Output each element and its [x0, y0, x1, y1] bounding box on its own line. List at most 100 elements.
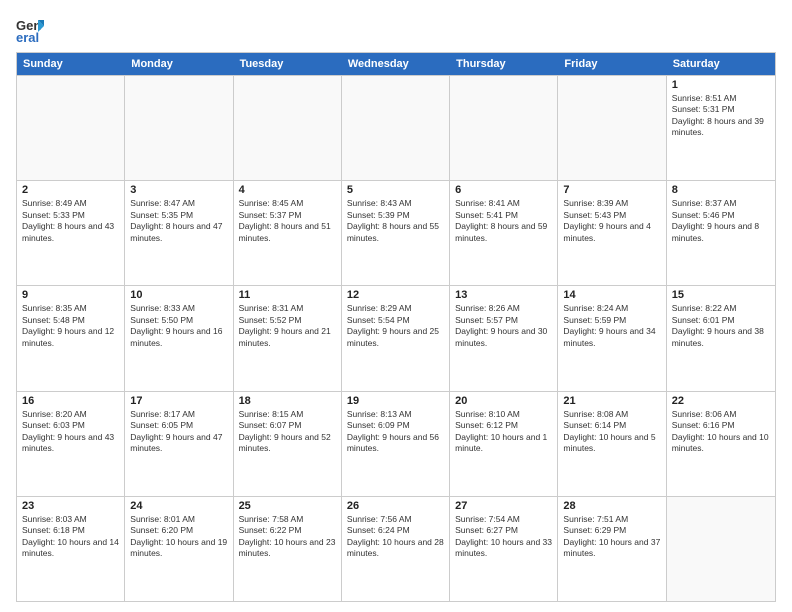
cell-info: Sunrise: 7:54 AM Sunset: 6:27 PM Dayligh…	[455, 514, 552, 560]
cell-info: Sunrise: 8:51 AM Sunset: 5:31 PM Dayligh…	[672, 93, 770, 139]
cell-info: Sunrise: 8:03 AM Sunset: 6:18 PM Dayligh…	[22, 514, 119, 560]
cal-cell: 11 Sunrise: 8:31 AM Sunset: 5:52 PM Dayli…	[234, 286, 342, 390]
cell-day-number: 27	[455, 500, 552, 512]
page-header: Gen eral	[16, 16, 776, 44]
cal-cell: 19 Sunrise: 8:13 AM Sunset: 6:09 PM Dayli…	[342, 392, 450, 496]
cal-row-3: 16 Sunrise: 8:20 AM Sunset: 6:03 PM Dayli…	[17, 391, 775, 496]
cal-cell	[234, 76, 342, 180]
cell-info: Sunrise: 7:58 AM Sunset: 6:22 PM Dayligh…	[239, 514, 336, 560]
cell-info: Sunrise: 8:26 AM Sunset: 5:57 PM Dayligh…	[455, 303, 552, 349]
cell-info: Sunrise: 8:33 AM Sunset: 5:50 PM Dayligh…	[130, 303, 227, 349]
cal-cell: 22Sunrise: 8:06 AM Sunset: 6:16 PM Dayli…	[667, 392, 775, 496]
cell-day-number: 17	[130, 395, 227, 407]
cal-cell: 9 Sunrise: 8:35 AM Sunset: 5:48 PM Daylig…	[17, 286, 125, 390]
cell-day-number: 20	[455, 395, 552, 407]
cell-info: Sunrise: 8:35 AM Sunset: 5:48 PM Dayligh…	[22, 303, 119, 349]
cal-cell: 26 Sunrise: 7:56 AM Sunset: 6:24 PM Dayli…	[342, 497, 450, 601]
cell-day-number: 22	[672, 395, 770, 407]
cell-info: Sunrise: 8:41 AM Sunset: 5:41 PM Dayligh…	[455, 198, 552, 244]
cal-cell: 13 Sunrise: 8:26 AM Sunset: 5:57 PM Dayli…	[450, 286, 558, 390]
header-day-saturday: Saturday	[667, 53, 775, 75]
cal-cell: 25 Sunrise: 7:58 AM Sunset: 6:22 PM Dayli…	[234, 497, 342, 601]
cell-info: Sunrise: 8:37 AM Sunset: 5:46 PM Dayligh…	[672, 198, 770, 244]
header-day-tuesday: Tuesday	[234, 53, 342, 75]
cell-info: Sunrise: 8:08 AM Sunset: 6:14 PM Dayligh…	[563, 409, 660, 455]
cal-cell: 3 Sunrise: 8:47 AM Sunset: 5:35 PM Daylig…	[125, 181, 233, 285]
cell-day-number: 7	[563, 184, 660, 196]
cell-day-number: 19	[347, 395, 444, 407]
cell-info: Sunrise: 8:10 AM Sunset: 6:12 PM Dayligh…	[455, 409, 552, 455]
cal-cell	[450, 76, 558, 180]
cell-day-number: 24	[130, 500, 227, 512]
cal-row-1: 2 Sunrise: 8:49 AM Sunset: 5:33 PM Daylig…	[17, 180, 775, 285]
cell-day-number: 25	[239, 500, 336, 512]
svg-text:eral: eral	[16, 30, 39, 44]
cell-day-number: 9	[22, 289, 119, 301]
cell-day-number: 8	[672, 184, 770, 196]
cell-info: Sunrise: 8:15 AM Sunset: 6:07 PM Dayligh…	[239, 409, 336, 455]
cell-day-number: 15	[672, 289, 770, 301]
cal-cell: 18 Sunrise: 8:15 AM Sunset: 6:07 PM Dayli…	[234, 392, 342, 496]
cal-cell: 27 Sunrise: 7:54 AM Sunset: 6:27 PM Dayli…	[450, 497, 558, 601]
calendar-body: 1 Sunrise: 8:51 AM Sunset: 5:31 PM Daylig…	[17, 75, 775, 601]
cal-cell: 8 Sunrise: 8:37 AM Sunset: 5:46 PM Daylig…	[667, 181, 775, 285]
cell-info: Sunrise: 8:22 AM Sunset: 6:01 PM Dayligh…	[672, 303, 770, 349]
cell-day-number: 16	[22, 395, 119, 407]
logo: Gen eral	[16, 16, 48, 44]
calendar: SundayMondayTuesdayWednesdayThursdayFrid…	[16, 52, 776, 602]
cell-info: Sunrise: 8:49 AM Sunset: 5:33 PM Dayligh…	[22, 198, 119, 244]
header-day-sunday: Sunday	[17, 53, 125, 75]
cal-cell: 7 Sunrise: 8:39 AM Sunset: 5:43 PM Daylig…	[558, 181, 666, 285]
cell-day-number: 1	[672, 79, 770, 91]
cell-day-number: 18	[239, 395, 336, 407]
cell-info: Sunrise: 8:17 AM Sunset: 6:05 PM Dayligh…	[130, 409, 227, 455]
cell-day-number: 11	[239, 289, 336, 301]
cal-cell: 24 Sunrise: 8:01 AM Sunset: 6:20 PM Dayli…	[125, 497, 233, 601]
cell-day-number: 14	[563, 289, 660, 301]
cal-cell: 21 Sunrise: 8:08 AM Sunset: 6:14 PM Dayli…	[558, 392, 666, 496]
cell-info: Sunrise: 8:47 AM Sunset: 5:35 PM Dayligh…	[130, 198, 227, 244]
cal-cell: 16 Sunrise: 8:20 AM Sunset: 6:03 PM Dayli…	[17, 392, 125, 496]
cell-day-number: 12	[347, 289, 444, 301]
header-day-friday: Friday	[558, 53, 666, 75]
cal-cell	[17, 76, 125, 180]
cell-day-number: 6	[455, 184, 552, 196]
cal-cell: 12 Sunrise: 8:29 AM Sunset: 5:54 PM Dayli…	[342, 286, 450, 390]
cal-cell: 6 Sunrise: 8:41 AM Sunset: 5:41 PM Daylig…	[450, 181, 558, 285]
cell-day-number: 26	[347, 500, 444, 512]
cal-cell: 23 Sunrise: 8:03 AM Sunset: 6:18 PM Dayli…	[17, 497, 125, 601]
cell-day-number: 13	[455, 289, 552, 301]
header-day-monday: Monday	[125, 53, 233, 75]
cell-info: Sunrise: 8:39 AM Sunset: 5:43 PM Dayligh…	[563, 198, 660, 244]
cell-info: Sunrise: 8:31 AM Sunset: 5:52 PM Dayligh…	[239, 303, 336, 349]
calendar-header: SundayMondayTuesdayWednesdayThursdayFrid…	[17, 53, 775, 75]
cal-cell	[667, 497, 775, 601]
cell-day-number: 23	[22, 500, 119, 512]
cell-day-number: 10	[130, 289, 227, 301]
cell-day-number: 21	[563, 395, 660, 407]
cell-info: Sunrise: 8:20 AM Sunset: 6:03 PM Dayligh…	[22, 409, 119, 455]
cell-info: Sunrise: 8:13 AM Sunset: 6:09 PM Dayligh…	[347, 409, 444, 455]
cell-info: Sunrise: 8:29 AM Sunset: 5:54 PM Dayligh…	[347, 303, 444, 349]
cell-info: Sunrise: 8:43 AM Sunset: 5:39 PM Dayligh…	[347, 198, 444, 244]
cell-day-number: 28	[563, 500, 660, 512]
cal-cell: 4Sunrise: 8:45 AM Sunset: 5:37 PM Daylig…	[234, 181, 342, 285]
cell-day-number: 2	[22, 184, 119, 196]
cal-cell: 15 Sunrise: 8:22 AM Sunset: 6:01 PM Dayli…	[667, 286, 775, 390]
cal-cell: 17 Sunrise: 8:17 AM Sunset: 6:05 PM Dayli…	[125, 392, 233, 496]
cell-info: Sunrise: 7:51 AM Sunset: 6:29 PM Dayligh…	[563, 514, 660, 560]
cal-cell: 28 Sunrise: 7:51 AM Sunset: 6:29 PM Dayli…	[558, 497, 666, 601]
cal-row-0: 1 Sunrise: 8:51 AM Sunset: 5:31 PM Daylig…	[17, 75, 775, 180]
cell-info: Sunrise: 8:01 AM Sunset: 6:20 PM Dayligh…	[130, 514, 227, 560]
cal-cell	[558, 76, 666, 180]
cal-row-2: 9 Sunrise: 8:35 AM Sunset: 5:48 PM Daylig…	[17, 285, 775, 390]
cal-cell: 10 Sunrise: 8:33 AM Sunset: 5:50 PM Dayli…	[125, 286, 233, 390]
header-day-thursday: Thursday	[450, 53, 558, 75]
cal-cell	[342, 76, 450, 180]
cell-info: Sunrise: 7:56 AM Sunset: 6:24 PM Dayligh…	[347, 514, 444, 560]
cal-cell	[125, 76, 233, 180]
cell-day-number: 5	[347, 184, 444, 196]
cal-cell: 5 Sunrise: 8:43 AM Sunset: 5:39 PM Daylig…	[342, 181, 450, 285]
cal-cell: 1 Sunrise: 8:51 AM Sunset: 5:31 PM Daylig…	[667, 76, 775, 180]
cell-day-number: 3	[130, 184, 227, 196]
